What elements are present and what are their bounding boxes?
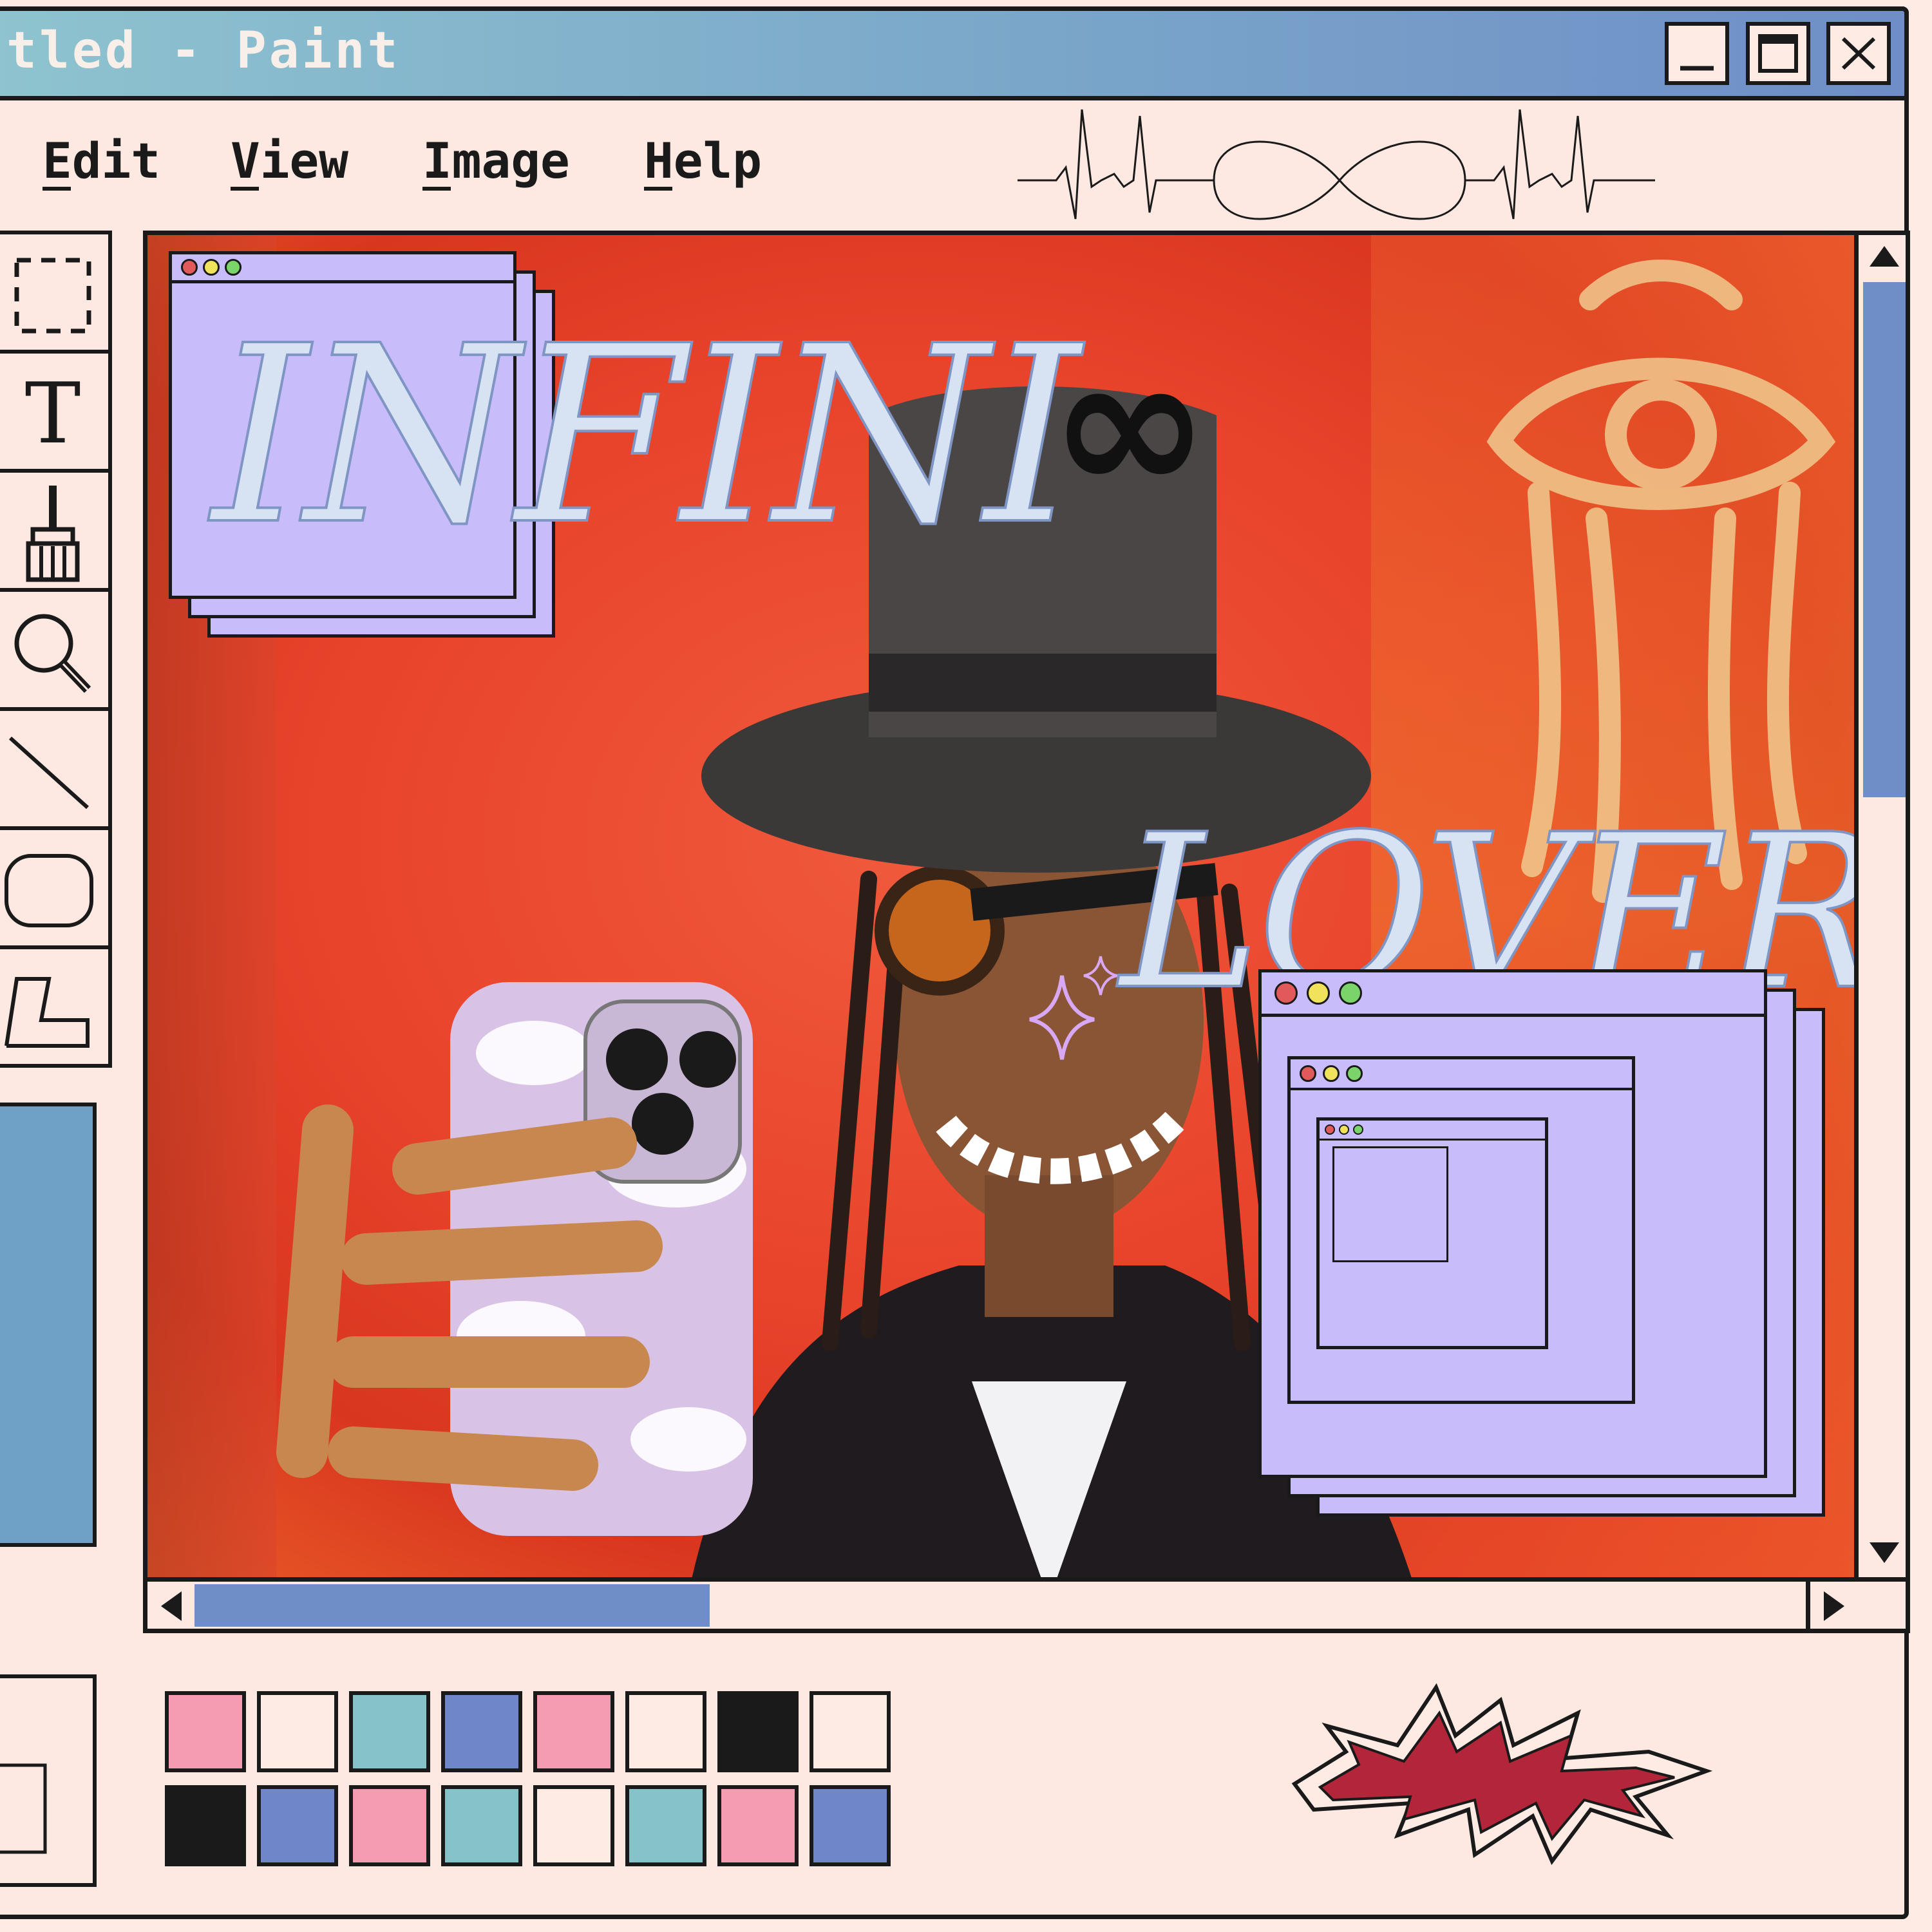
palette-swatch[interactable]: [441, 1691, 522, 1772]
nested-window-front: [1258, 969, 1767, 1478]
menu-help-label: Help: [644, 132, 762, 189]
tool-polygon[interactable]: [0, 949, 108, 1068]
menu-edit[interactable]: Edit: [43, 132, 160, 189]
magnifier-icon: [14, 614, 91, 693]
graffiti-logo: [1291, 1683, 1713, 1865]
palette-swatch[interactable]: [717, 1785, 799, 1866]
scroll-right-divider: [1806, 1582, 1810, 1629]
sparkle-icon: [1029, 956, 1118, 1060]
palette-swatch[interactable]: [717, 1691, 799, 1772]
tool-rounded-rect[interactable]: [0, 830, 108, 949]
yellow-dot-icon: [203, 259, 220, 276]
text-icon: T: [24, 364, 81, 462]
palette-swatch[interactable]: [533, 1691, 614, 1772]
palette-swatch[interactable]: [165, 1691, 246, 1772]
red-dot-icon: [181, 259, 198, 276]
nested-window-level-2-titlebar: [1291, 1059, 1632, 1090]
palette-swatch[interactable]: [257, 1691, 338, 1772]
select-rect-icon: [14, 258, 91, 334]
scroll-down-button[interactable]: [1861, 1530, 1908, 1576]
palette-swatch[interactable]: [625, 1785, 706, 1866]
tool-select[interactable]: [0, 234, 108, 354]
menu-edit-label: Edit: [43, 132, 161, 189]
menu-view-accel-underline: [231, 187, 259, 191]
menu-image-label: Image: [422, 132, 570, 189]
red-dot-icon: [1300, 1065, 1316, 1082]
heartbeat-infinity-icon: [1018, 109, 1655, 220]
nested-window-level-3-titlebar: [1320, 1121, 1545, 1141]
rounded-rect-icon: [5, 854, 93, 927]
deco-window-titlebar: [172, 254, 513, 283]
polygon-icon: [5, 977, 90, 1048]
palette-swatch[interactable]: [165, 1785, 246, 1866]
infinity-symbol: ∞: [1049, 312, 1210, 537]
menu-image[interactable]: Image: [422, 132, 570, 189]
palette-swatch[interactable]: [810, 1785, 891, 1866]
headline-infini: INFINI: [211, 292, 1082, 580]
preview-shapes-icon: [0, 1763, 47, 1854]
yellow-dot-icon: [1307, 981, 1330, 1005]
drawing-canvas[interactable]: INFINI ∞ LOVER: [143, 231, 1859, 1582]
palette-swatch[interactable]: [349, 1691, 430, 1772]
tool-text[interactable]: T: [0, 354, 108, 473]
minimize-button[interactable]: [1665, 22, 1729, 85]
green-dot-icon: [1339, 981, 1362, 1005]
palette-swatch[interactable]: [349, 1785, 430, 1866]
line-icon: [8, 736, 90, 810]
tool-brush[interactable]: [0, 473, 108, 592]
scroll-left-button[interactable]: [148, 1583, 194, 1629]
menu-view-label: View: [231, 132, 349, 189]
menu-image-accel-underline: [422, 187, 451, 191]
color-preview: [0, 1674, 97, 1887]
tool-magnifier[interactable]: [0, 592, 108, 711]
nested-window-titlebar: [1262, 972, 1764, 1017]
maximize-button[interactable]: [1746, 22, 1810, 85]
active-color-panel: [0, 1103, 97, 1547]
red-dot-icon: [1274, 981, 1298, 1005]
scroll-right-button[interactable]: [1811, 1583, 1857, 1629]
green-dot-icon: [225, 259, 242, 276]
toolbox: T: [0, 231, 112, 1068]
menu-help-accel-underline: [644, 187, 672, 191]
hand-phone-figure: [276, 982, 753, 1536]
close-icon: [1830, 26, 1887, 81]
close-button[interactable]: [1826, 22, 1891, 85]
window-title: tled - Paint: [6, 22, 401, 80]
menu-help[interactable]: Help: [644, 132, 762, 189]
red-dot-icon: [1325, 1124, 1335, 1135]
palette-swatch[interactable]: [625, 1691, 706, 1772]
nested-window-level-2: [1287, 1056, 1635, 1404]
yellow-dot-icon: [1323, 1065, 1340, 1082]
green-dot-icon: [1346, 1065, 1363, 1082]
arrow-down-icon: [1870, 1542, 1899, 1563]
yellow-dot-icon: [1339, 1124, 1349, 1135]
menu-view[interactable]: View: [231, 132, 348, 189]
arrow-right-icon: [1824, 1591, 1844, 1621]
nested-window-level-3: [1316, 1117, 1548, 1349]
nested-window-level-4: [1332, 1146, 1448, 1262]
green-dot-icon: [1353, 1124, 1363, 1135]
arrow-left-icon: [161, 1591, 182, 1621]
arrow-up-icon: [1870, 246, 1899, 267]
scroll-up-button[interactable]: [1861, 233, 1908, 279]
brush-icon: [26, 486, 80, 582]
palette-swatch[interactable]: [810, 1691, 891, 1772]
palette-swatch[interactable]: [441, 1785, 522, 1866]
palette-swatch[interactable]: [257, 1785, 338, 1866]
minimize-icon: [1669, 26, 1725, 81]
vertical-scroll-thumb[interactable]: [1863, 282, 1906, 797]
horizontal-scroll-thumb[interactable]: [194, 1584, 710, 1627]
menu-edit-accel-underline: [43, 187, 71, 191]
palette-swatch[interactable]: [533, 1785, 614, 1866]
maximize-icon: [1750, 26, 1806, 81]
tool-line[interactable]: [0, 711, 108, 830]
